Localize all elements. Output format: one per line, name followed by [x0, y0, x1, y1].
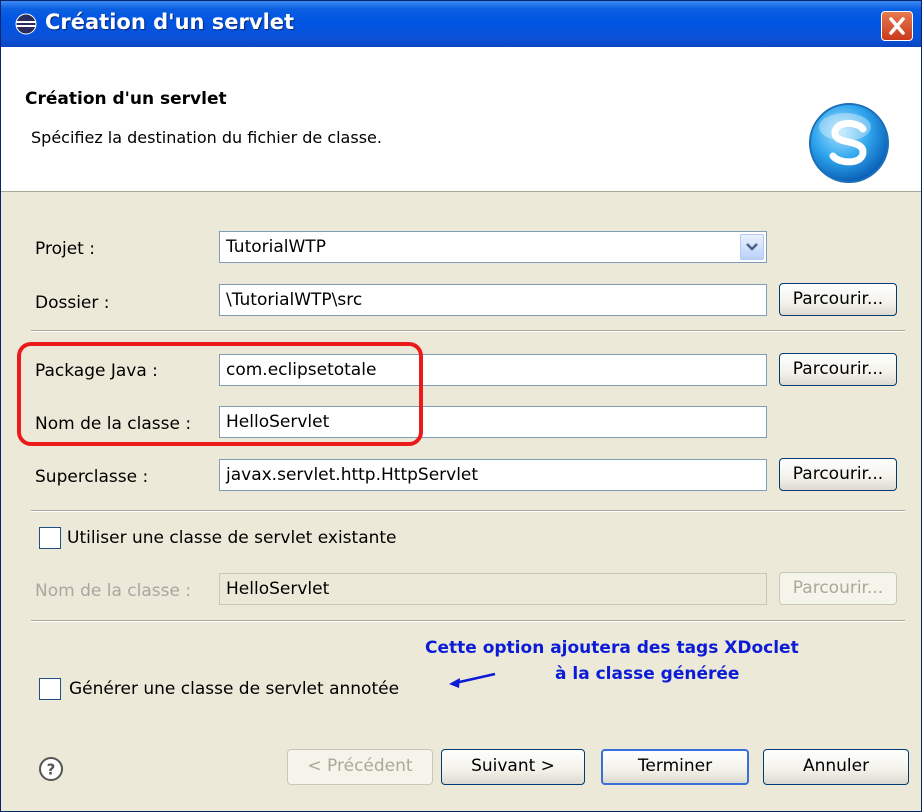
dropdown-button[interactable]: [740, 234, 764, 260]
wizard-description: Spécifiez la destination du fichier de c…: [31, 128, 382, 147]
folder-label: Dossier :: [35, 293, 110, 313]
use-existing-label[interactable]: Utiliser une classe de servlet existante: [67, 528, 397, 548]
next-button[interactable]: Suivant >: [441, 749, 585, 785]
servlet-logo-icon: [809, 103, 889, 183]
browse-folder-button[interactable]: Parcourir...: [779, 283, 897, 316]
superclass-label: Superclasse :: [35, 467, 149, 487]
use-existing-checkbox[interactable]: [39, 527, 61, 549]
dialog-window: Création d'un servlet Création d'un serv…: [0, 0, 922, 812]
close-icon: [889, 17, 905, 35]
title-bar[interactable]: Création d'un servlet: [1, 1, 921, 47]
browse-superclass-button[interactable]: Parcourir...: [779, 458, 897, 491]
wizard-header: Création d'un servlet Spécifiez la desti…: [1, 47, 921, 192]
superclass-value: javax.servlet.http.HttpServlet: [226, 465, 479, 485]
separator: [31, 330, 905, 332]
project-label: Projet :: [35, 239, 95, 259]
window-title: Création d'un servlet: [45, 10, 295, 34]
separator: [31, 620, 905, 622]
project-combo[interactable]: TutorialWTP: [219, 231, 767, 263]
annotation-note-line2: à la classe générée: [555, 664, 740, 684]
separator: [31, 510, 905, 512]
existing-class-input[interactable]: HelloServlet: [219, 573, 767, 605]
folder-value: \TutorialWTP\src: [226, 290, 363, 310]
browse-existing-button[interactable]: Parcourir...: [779, 572, 897, 605]
back-button[interactable]: < Précédent: [287, 749, 433, 785]
highlight-box: [17, 342, 423, 446]
existing-class-value: HelloServlet: [226, 579, 330, 599]
superclass-input[interactable]: javax.servlet.http.HttpServlet: [219, 459, 767, 491]
browse-package-button[interactable]: Parcourir...: [779, 353, 897, 386]
annotation-arrow-icon: [449, 672, 496, 688]
cancel-button[interactable]: Annuler: [763, 749, 909, 785]
wizard-title: Création d'un servlet: [25, 89, 227, 109]
annotated-checkbox[interactable]: [39, 678, 61, 700]
folder-input[interactable]: \TutorialWTP\src: [219, 284, 767, 316]
finish-button[interactable]: Terminer: [601, 749, 749, 785]
annotated-label[interactable]: Générer une classe de servlet annotée: [69, 679, 399, 699]
help-icon[interactable]: ?: [37, 755, 65, 783]
eclipse-icon: [15, 13, 37, 35]
chevron-down-icon: [746, 243, 758, 251]
project-value: TutorialWTP: [226, 237, 326, 257]
help-symbol: ?: [47, 761, 56, 779]
existing-class-label: Nom de la classe :: [35, 581, 192, 601]
annotation-note-line1: Cette option ajoutera des tags XDoclet: [425, 638, 799, 658]
close-button[interactable]: [881, 11, 913, 41]
